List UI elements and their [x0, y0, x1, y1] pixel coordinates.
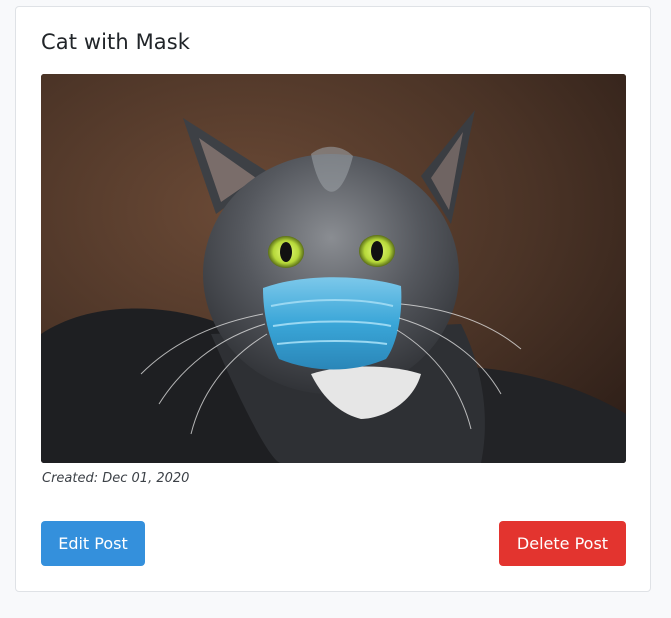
post-card: Cat with Mask Created: Dec 01, 2020 Edit…	[15, 6, 651, 592]
edit-post-button[interactable]: Edit Post	[41, 521, 145, 566]
delete-post-button[interactable]: Delete Post	[499, 521, 626, 566]
post-image	[41, 74, 626, 463]
post-title: Cat with Mask	[41, 30, 191, 54]
created-date: Created: Dec 01, 2020	[42, 471, 190, 486]
cat-photo-illustration	[41, 74, 626, 463]
